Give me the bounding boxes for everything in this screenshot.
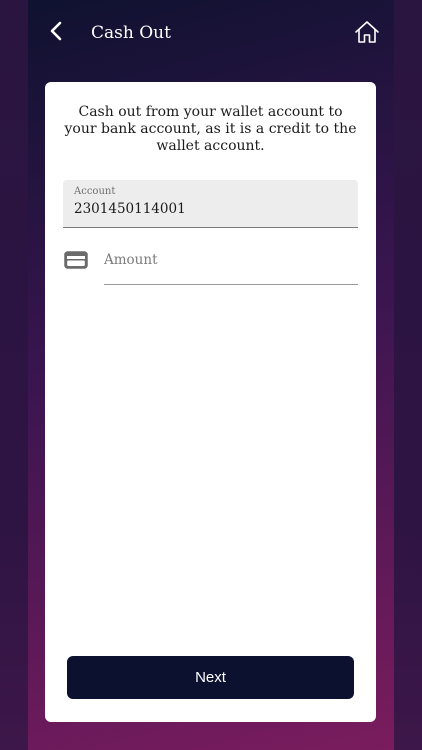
left-backdrop [0,0,28,750]
cash-out-card: Cash out from your wallet account to you… [45,82,376,722]
account-value: 2301450114001 [74,201,186,217]
top-bar: Cash Out [28,0,394,70]
home-icon [354,20,380,48]
amount-input[interactable] [104,249,354,271]
account-label: Account [74,186,116,197]
description-text: Cash out from your wallet account to you… [64,104,357,154]
chevron-left-icon [49,21,63,45]
back-button[interactable] [42,19,70,47]
amount-field[interactable] [104,245,358,285]
page-title: Cash Out [91,23,171,43]
account-field[interactable]: Account 2301450114001 [63,180,358,228]
credit-card-icon [64,250,88,270]
next-button[interactable]: Next [67,656,354,699]
right-backdrop [394,0,422,750]
home-button[interactable] [352,20,382,48]
